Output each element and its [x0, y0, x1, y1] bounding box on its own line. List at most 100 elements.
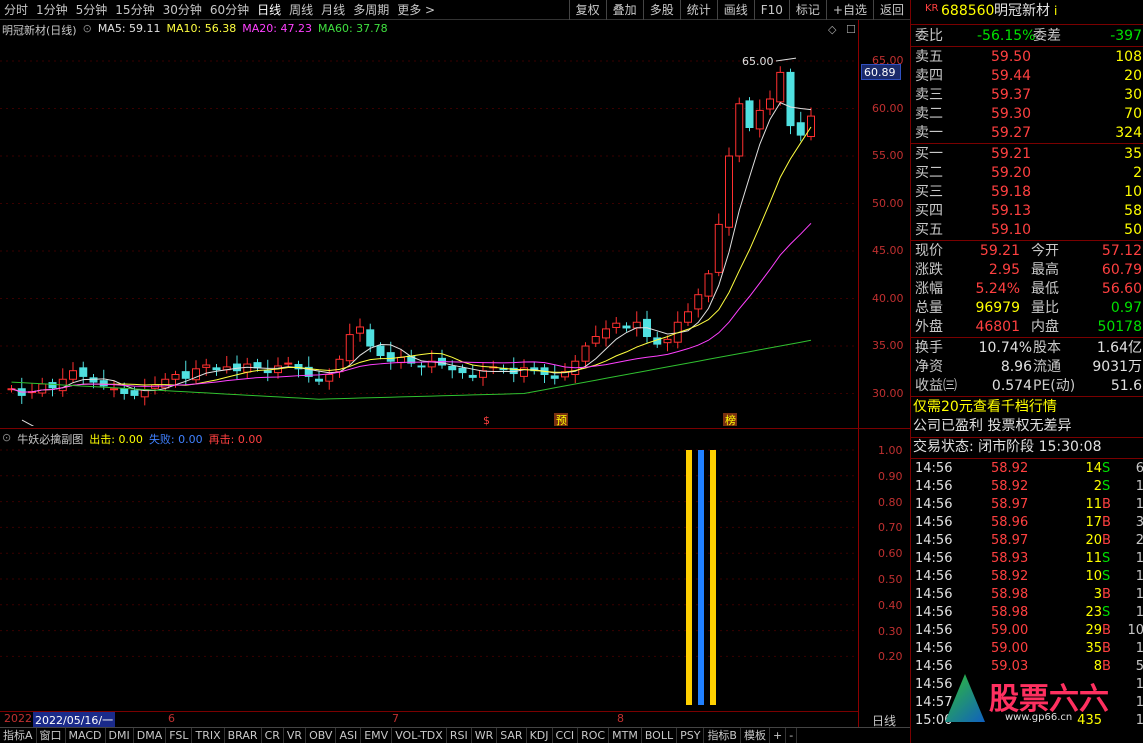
action-button-4[interactable]: 画线 [716, 0, 754, 20]
candle-body [386, 352, 395, 362]
indicator-tab-17[interactable]: KDJ [527, 727, 553, 743]
candle-body [325, 374, 334, 382]
period-tab-4[interactable]: 30分钟 [159, 0, 206, 20]
indicator-tab-10[interactable]: OBV [306, 727, 337, 743]
indicator-tab-6[interactable]: TRIX [192, 727, 225, 743]
period-tab-3[interactable]: 15分钟 [111, 0, 158, 20]
dropdown-icon[interactable]: ⊙ [83, 22, 92, 38]
indicator-tab-16[interactable]: SAR [497, 727, 527, 743]
indicator-tab-4[interactable]: DMA [134, 727, 167, 743]
indicator-tab-7[interactable]: BRAR [225, 727, 262, 743]
period-tab-0[interactable]: 分时 [0, 0, 32, 20]
indicator-tab-19[interactable]: ROC [578, 727, 610, 743]
separator [911, 396, 1143, 397]
upsell-text[interactable]: 仅需20元查看千档行情 [913, 398, 1057, 417]
sub-tick: 0.40 [878, 598, 903, 612]
tick-side: B [1102, 623, 1111, 638]
indicator-tab-18[interactable]: CCI [553, 727, 579, 743]
quote-label: 总量 [915, 300, 943, 316]
indicator-tab-20[interactable]: MTM [609, 727, 642, 743]
toolbar-actions: 复权 叠加 多股 统计 画线 F10 标记 +自选 返回 [568, 0, 910, 20]
action-button-1[interactable]: 叠加 [605, 0, 643, 20]
tick-time: 14:56 [915, 587, 953, 602]
sub-indicator-chart[interactable] [0, 429, 858, 711]
indicator-tab-25[interactable]: + [770, 727, 787, 743]
indicator-tab-23[interactable]: 指标B [704, 727, 741, 743]
upsell-link[interactable]: 仅需20元查看千档行情 [911, 398, 1143, 417]
candle-body [263, 370, 272, 374]
date-axis: 2022 2022/05/16/一 6 7 8 [0, 711, 858, 728]
period-tab-6[interactable]: 日线 [253, 0, 285, 20]
info-icon[interactable]: i [1054, 2, 1057, 21]
separator [911, 458, 1143, 459]
action-button-6[interactable]: 标记 [788, 0, 826, 20]
bid-volume: 50 [1124, 222, 1142, 238]
quote-value: 46801 [975, 319, 1020, 335]
indicator-tab-11[interactable]: ASI [336, 727, 362, 743]
indicator-tab-8[interactable]: CR [262, 727, 284, 743]
action-button-7[interactable]: +自选 [825, 0, 873, 20]
period-tab-1[interactable]: 1分钟 [32, 0, 72, 20]
sub-tick: 0.20 [878, 650, 903, 664]
tick-count: 1 [1136, 496, 1143, 514]
tick-price: 58.93 [991, 551, 1029, 566]
close-icon[interactable]: ☐ [846, 23, 856, 36]
indicator-tab-5[interactable]: FSL [166, 727, 193, 743]
candle-body [612, 322, 621, 328]
year-label: 2022 [4, 712, 32, 725]
trade-status-text: 交易状态: 闭市阶段 15:30:08 [913, 439, 1102, 455]
quote-value-b: 57.12 [1101, 243, 1142, 259]
quote-value: 5.24% [975, 281, 1020, 297]
sub-tick: 1.00 [878, 444, 903, 457]
tick-volume: 17 [1085, 515, 1102, 530]
period-tab-8[interactable]: 月线 [317, 0, 349, 20]
action-button-3[interactable]: 统计 [679, 0, 717, 20]
sub-tick: 0.50 [878, 573, 903, 586]
candle-body [622, 325, 631, 329]
action-button-0[interactable]: 复权 [568, 0, 606, 20]
quote-row: 外盘 46801 内盘 50178 [911, 318, 1143, 337]
ask-volume: 30 [1124, 87, 1142, 103]
action-button-8[interactable]: 返回 [872, 0, 910, 20]
indicator-tab-21[interactable]: BOLL [642, 727, 678, 743]
indicator-tab-14[interactable]: RSI [447, 727, 472, 743]
ask-volume: 108 [1115, 49, 1142, 65]
ask-row: 卖三 59.37 30 [911, 86, 1143, 105]
period-tab-10[interactable]: 更多 > [393, 0, 439, 20]
indicator-tab-2[interactable]: MACD [66, 727, 106, 743]
kline-chart[interactable]: 65.00 26.14 $ 预 榜 [0, 20, 858, 426]
candle-body [663, 338, 672, 344]
candle-body [366, 329, 375, 347]
indicator-tab-24[interactable]: 模板 [741, 727, 770, 743]
indicator-tab-12[interactable]: EMV [361, 727, 393, 743]
candle-body [110, 388, 118, 391]
ma5-label: MA5: 59.11 [97, 22, 161, 35]
period-tab-2[interactable]: 5分钟 [72, 0, 112, 20]
period-tab-7[interactable]: 周线 [285, 0, 317, 20]
indicator-tab-1[interactable]: 窗口 [37, 727, 66, 743]
tick-side: S [1102, 479, 1111, 494]
action-button-5[interactable]: F10 [753, 0, 789, 20]
action-button-2[interactable]: 多股 [642, 0, 680, 20]
indicator-tab-3[interactable]: DMI [106, 727, 134, 743]
indicator-tab-26[interactable]: - [786, 727, 798, 743]
tick-side: S [1102, 461, 1111, 476]
ask-row: 卖二 59.30 70 [911, 105, 1143, 124]
candle-body [89, 377, 98, 383]
stat-label: 收益㈢ [915, 378, 957, 394]
indicator-tab-9[interactable]: VR [284, 727, 307, 743]
indicator-tab-15[interactable]: WR [472, 727, 498, 743]
period-tab-9[interactable]: 多周期 [349, 0, 393, 20]
quote-panel: KR 688560 明冠新材 i 委比 -56.15% 委差 -397 卖五 59.50 108 卖四… [910, 0, 1143, 743]
indicator-tab-22[interactable]: PSY [677, 727, 705, 743]
indicator-tab-0[interactable]: 指标A [0, 727, 37, 743]
indicator-tab-13[interactable]: VOL-TDX [392, 727, 447, 743]
ask-label: 卖一 [915, 125, 943, 141]
order-ratio-row: 委比 -56.15% 委差 -397 [911, 27, 1143, 46]
ask-volume: 324 [1115, 125, 1142, 141]
diamond-icon[interactable]: ◇ [828, 23, 836, 36]
period-tab-5[interactable]: 60分钟 [206, 0, 253, 20]
stat-row: 收益㈢ 0.574 PE(动) 51.6 [911, 377, 1143, 396]
candle-body [233, 363, 241, 372]
stat-row: 净资 8.96 流通 9031万 [911, 358, 1143, 377]
